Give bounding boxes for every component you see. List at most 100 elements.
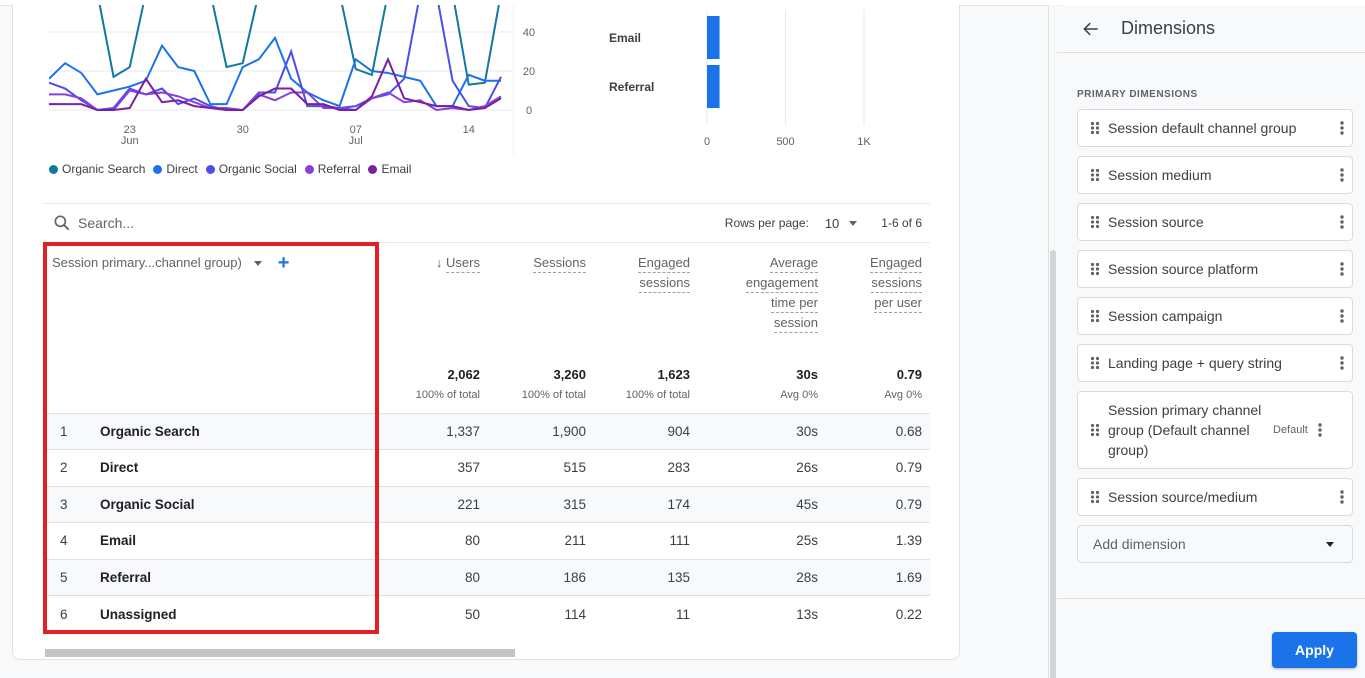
section-label: PRIMARY DIMENSIONS	[1077, 89, 1198, 100]
more-vert-icon[interactable]	[1318, 423, 1322, 437]
row-dimension-value: Direct	[96, 449, 384, 486]
row-dimension-value: Organic Social	[96, 485, 384, 523]
column-header-label: Users	[446, 253, 480, 273]
panel-header: Dimensions	[1057, 5, 1365, 53]
search-icon	[54, 215, 70, 231]
metric-cell: 357	[384, 449, 488, 486]
metric-cell: 50	[384, 595, 488, 632]
legend-item[interactable]: Direct	[153, 162, 198, 176]
dimension-item[interactable]: Session campaign	[1077, 297, 1353, 335]
drag-handle-icon[interactable]	[1090, 215, 1100, 229]
add-secondary-dimension-button[interactable]: +	[278, 253, 290, 273]
column-header-sessions[interactable]: Sessions	[488, 243, 594, 333]
drag-handle-icon[interactable]	[1090, 356, 1100, 370]
bar-category-label: Email	[609, 31, 641, 45]
metric-cell: 0.79	[826, 449, 930, 486]
row-index: 4	[44, 522, 96, 559]
dimensions-panel: Dimensions PRIMARY DIMENSIONS Session de…	[1057, 5, 1365, 678]
add-dimension-dropdown[interactable]: Add dimension	[1077, 525, 1353, 563]
column-header-avg-engagement-time[interactable]: Average engagement time per session	[698, 243, 826, 333]
metric-cell: 315	[488, 485, 594, 523]
metric-cell: 80	[384, 522, 488, 559]
sort-arrow-icon: ↓	[435, 255, 447, 270]
chevron-down-icon	[1326, 541, 1334, 547]
dimension-header: Session primary...channel group) +	[44, 243, 384, 333]
dimension-label: Landing page + query string	[1108, 355, 1282, 371]
table-row[interactable]: 4 Email 80 211 111 25s 1.39	[44, 522, 930, 559]
vertical-scrollbar[interactable]	[1050, 250, 1056, 678]
x-tick-month: Jun	[121, 135, 139, 147]
data-table: Session primary...channel group) + ↓ Use…	[44, 243, 930, 632]
dimension-item[interactable]: Landing page + query string	[1077, 344, 1353, 382]
chevron-down-icon[interactable]	[253, 260, 262, 266]
more-vert-icon[interactable]	[1340, 215, 1344, 229]
report-card: 0 20 40 23 Jun 30 07 Jul 14 0 500 1K Email Referral …	[12, 5, 960, 660]
metric-cell: 515	[488, 449, 594, 486]
drag-handle-icon[interactable]	[1090, 490, 1100, 504]
total-cell: 2,062 100% of total	[415, 366, 480, 401]
metric-cell: 904	[594, 412, 698, 450]
header-row: Session primary...channel group) + ↓ Use…	[44, 243, 930, 333]
dimension-selector[interactable]: Session primary...channel group)	[52, 253, 242, 273]
legend-item[interactable]: Referral	[304, 162, 360, 176]
metric-cell: 1,337	[384, 412, 488, 450]
dimension-list: Session default channel group Session med…	[1077, 109, 1353, 563]
more-vert-icon[interactable]	[1340, 121, 1344, 135]
legend-item[interactable]: Organic Search	[49, 162, 145, 176]
drag-handle-icon[interactable]	[1090, 121, 1100, 135]
dimension-item[interactable]: Session source platform	[1077, 250, 1353, 288]
dimension-item[interactable]: Session default channel group	[1077, 109, 1353, 147]
horizontal-scrollbar[interactable]	[45, 649, 515, 657]
table-row[interactable]: 2 Direct 357 515 283 26s 0.79	[44, 449, 930, 486]
column-header-label: sessions	[871, 273, 922, 293]
legend-dot-icon	[153, 164, 163, 174]
search-input[interactable]	[78, 215, 378, 231]
column-header-label: engagement	[745, 273, 818, 293]
metric-cell: 28s	[698, 558, 826, 596]
table-row[interactable]: 5 Referral 80 186 135 28s 1.69	[44, 558, 930, 596]
column-header-label: Average	[769, 253, 818, 273]
column-header-users[interactable]: ↓ Users	[384, 243, 488, 333]
more-vert-icon[interactable]	[1340, 490, 1344, 504]
legend-dot-icon	[368, 164, 378, 174]
drag-handle-icon[interactable]	[1090, 423, 1100, 437]
metric-cell: 221	[384, 485, 488, 523]
chevron-down-icon	[849, 220, 858, 226]
column-header-engaged-sessions-per-user[interactable]: Engaged sessions per user	[826, 243, 930, 333]
legend-item[interactable]: Organic Social	[205, 162, 297, 176]
series-line-organic-search	[98, 5, 500, 86]
more-vert-icon[interactable]	[1340, 262, 1344, 276]
dimension-label: Session default channel group	[1108, 120, 1297, 136]
y-tick-label: 40	[523, 27, 535, 39]
table-row[interactable]: 6 Unassigned 50 114 11 13s 0.22	[44, 595, 930, 632]
metric-cell: 114	[488, 595, 594, 632]
bar-category-label: Referral	[609, 80, 654, 94]
drag-handle-icon[interactable]	[1090, 262, 1100, 276]
dimension-item[interactable]: Session source	[1077, 203, 1353, 241]
drag-handle-icon[interactable]	[1090, 309, 1100, 323]
total-cell: 30s Avg 0%	[780, 366, 818, 401]
table-row[interactable]: 3 Organic Social 221 315 174 45s 0.79	[44, 485, 930, 523]
chart-legend: Organic Search Direct Organic Social Referr…	[49, 162, 411, 176]
dimension-label: Session medium	[1108, 167, 1212, 183]
table-row[interactable]: 1 Organic Search 1,337 1,900 904 30s 0.68	[44, 412, 930, 450]
more-vert-icon[interactable]	[1340, 356, 1344, 370]
apply-button[interactable]: Apply	[1272, 632, 1357, 668]
dimension-item[interactable]: Session source/medium	[1077, 478, 1353, 516]
drag-handle-icon[interactable]	[1090, 168, 1100, 182]
total-cell: 1,623 100% of total	[625, 366, 690, 401]
dimension-item[interactable]: Session primary channel group (Default c…	[1077, 391, 1353, 469]
dimension-item[interactable]: Session medium	[1077, 156, 1353, 194]
more-vert-icon[interactable]	[1340, 309, 1344, 323]
series-line-direct	[49, 35, 501, 108]
column-header-label: Sessions	[533, 253, 586, 273]
bar-chart: 0 500 1K Email Referral	[609, 10, 871, 148]
dimension-label: Session primary channel group (Default c…	[1108, 402, 1262, 458]
row-dimension-value: Organic Search	[96, 412, 384, 450]
more-vert-icon[interactable]	[1340, 168, 1344, 182]
column-header-engaged-sessions[interactable]: Engaged sessions	[594, 243, 698, 333]
rows-per-page-select[interactable]: 10	[825, 216, 858, 231]
back-arrow-icon[interactable]	[1081, 19, 1101, 39]
column-header-label: session	[773, 313, 818, 333]
legend-item[interactable]: Email	[368, 162, 411, 176]
